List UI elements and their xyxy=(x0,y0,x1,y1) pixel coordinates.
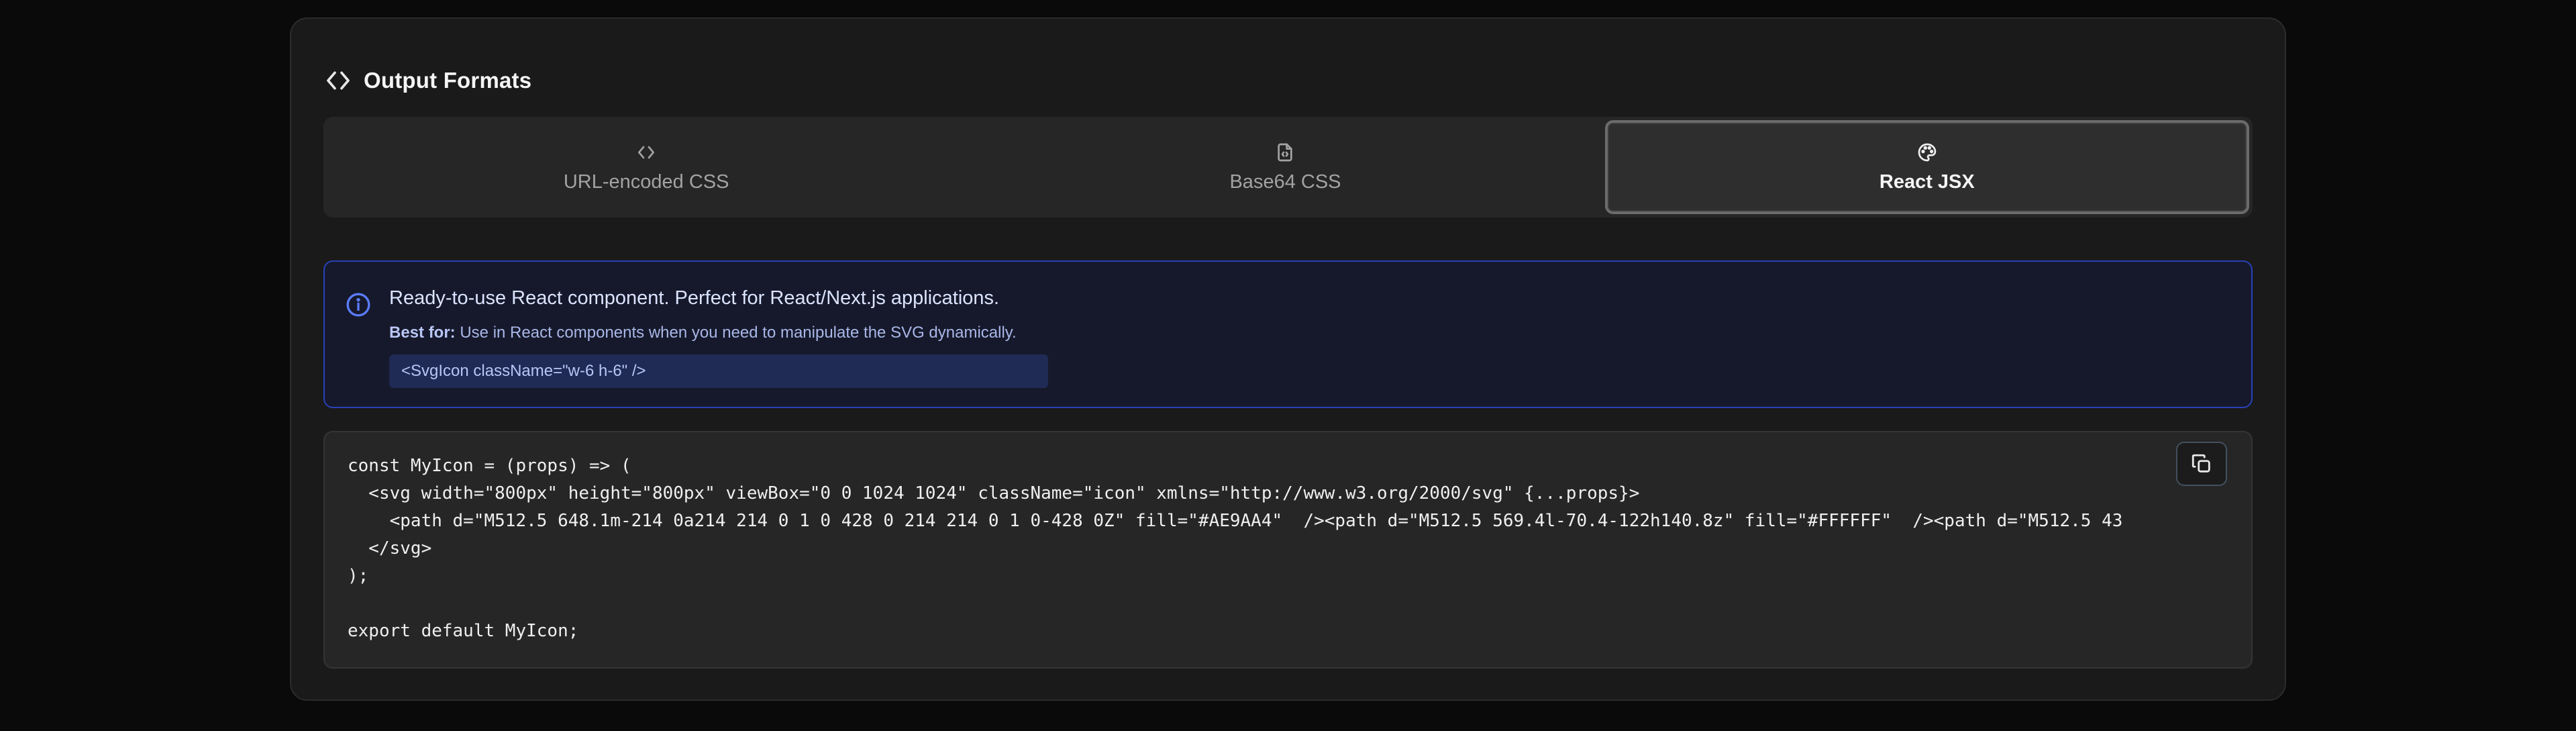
code-line: <svg width="800px" height="800px" viewBo… xyxy=(348,483,1640,503)
section-header: Output Formats xyxy=(325,60,531,101)
code-line: ); xyxy=(348,566,369,586)
copy-icon xyxy=(2192,454,2210,473)
tab-url-encoded-css[interactable]: URL-encoded CSS xyxy=(327,120,966,214)
code-icon xyxy=(638,146,655,158)
code-line: <path d="M512.5 648.1m-214 0a214 214 0 1… xyxy=(348,511,2123,531)
tab-label: React JSX xyxy=(1879,170,1975,193)
code-line: ​ xyxy=(348,590,2251,618)
tab-base64-css[interactable]: Base64 CSS xyxy=(966,120,1604,214)
usage-example: <SvgIcon className="w-6 h-6" /> xyxy=(389,354,1048,388)
code-line: </svg> xyxy=(348,538,432,558)
palette-icon xyxy=(1918,143,1937,161)
best-for-text: Use in React components when you need to… xyxy=(460,324,1017,342)
code-line: export default MyIcon; xyxy=(348,621,579,641)
tab-label: Base64 CSS xyxy=(1229,170,1341,193)
copy-button[interactable] xyxy=(2176,442,2227,486)
code-block: const MyIcon = (props) => ( <svg width="… xyxy=(348,452,2251,645)
tab-react-jsx[interactable]: React JSX xyxy=(1604,120,2249,214)
section-title: Output Formats xyxy=(364,68,532,93)
info-circle-icon xyxy=(346,293,370,317)
best-for-label: Best for: xyxy=(389,324,456,342)
output-formats-card: Output Formats URL-encoded CSS Base64 CS… xyxy=(290,17,2286,701)
tab-label: URL-encoded CSS xyxy=(563,170,729,193)
code-icon xyxy=(327,71,350,90)
format-info-panel: Ready-to-use React component. Perfect fo… xyxy=(323,260,2253,408)
code-line: const MyIcon = (props) => ( xyxy=(348,456,631,476)
format-tabs: URL-encoded CSS Base64 CSS React JSX xyxy=(323,117,2253,217)
code-output[interactable]: const MyIcon = (props) => ( <svg width="… xyxy=(323,431,2253,669)
info-title: Ready-to-use React component. Perfect fo… xyxy=(389,287,1000,309)
info-best-for: Best for: Use in React components when y… xyxy=(389,324,1017,342)
file-code-icon xyxy=(1278,143,1293,161)
